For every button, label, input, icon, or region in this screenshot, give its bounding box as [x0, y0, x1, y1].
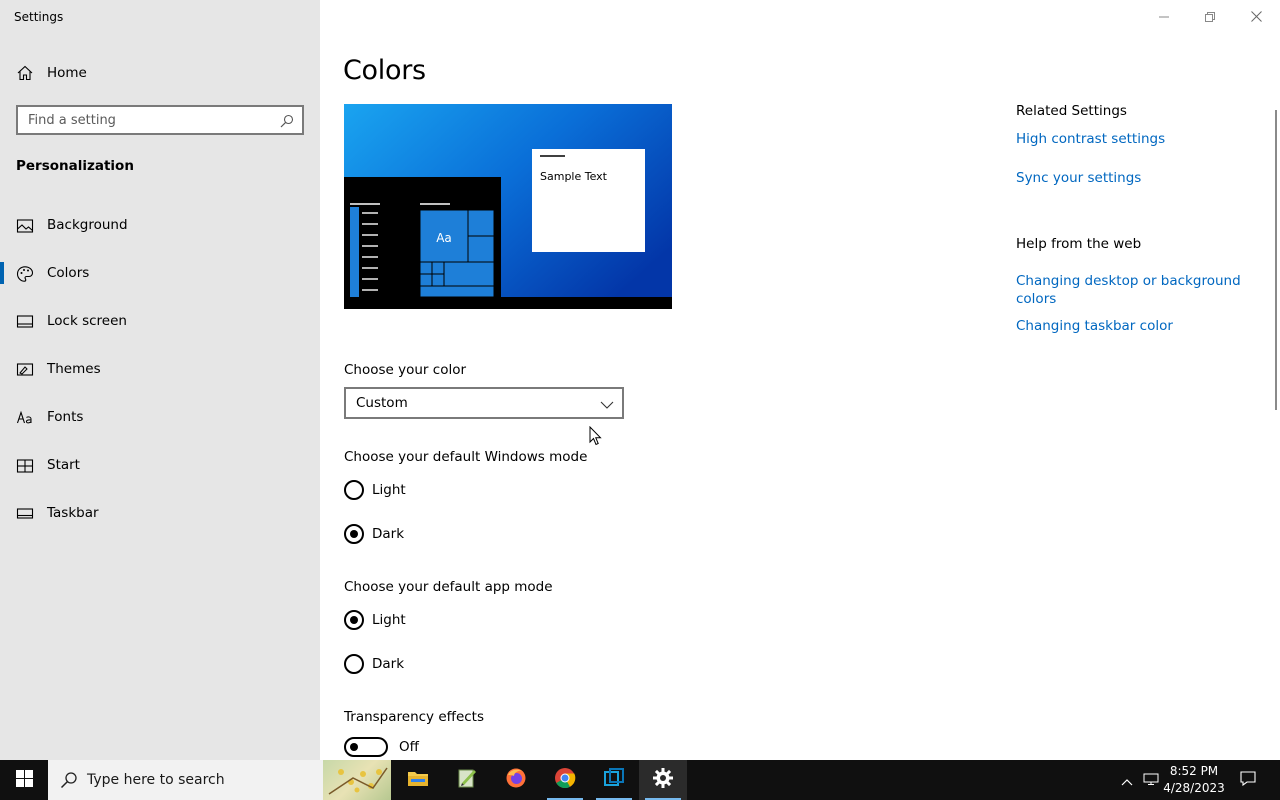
sidebar-item-start[interactable]: Start [0, 448, 320, 496]
minimize-icon [1159, 7, 1169, 26]
taskbar-app-chrome[interactable] [541, 760, 589, 800]
font-icon [16, 409, 34, 427]
radio-circle[interactable] [344, 524, 364, 544]
home-icon [16, 64, 34, 82]
transparency-toggle[interactable] [344, 737, 388, 757]
palette-icon [16, 265, 34, 283]
sidebar: Settings Home Personalization Background… [0, 0, 320, 760]
app-title: Settings [14, 10, 64, 24]
chrome-icon [554, 767, 576, 793]
radio-circle[interactable] [344, 654, 364, 674]
restore-icon [1205, 7, 1215, 26]
sidebar-item-label: Home [47, 65, 87, 81]
taskbar-icon [16, 505, 34, 523]
app-mode-dark-radio[interactable]: Dark [344, 653, 544, 677]
taskbar-search-box[interactable]: Type here to search [48, 760, 391, 800]
sidebar-item-fonts[interactable]: Fonts [0, 400, 320, 448]
sidebar-item-label: Fonts [47, 409, 84, 425]
preview-sample-text: Sample Text [540, 170, 608, 183]
radio-label: Dark [372, 526, 405, 542]
transparency-label: Transparency effects [344, 709, 484, 725]
sidebar-item-taskbar[interactable]: Taskbar [0, 496, 320, 544]
taskbar-app-settings[interactable] [639, 760, 687, 800]
taskbar-app-notepad-pp[interactable] [443, 760, 491, 800]
search-input[interactable] [28, 112, 268, 128]
network-icon [1143, 771, 1159, 790]
show-hidden-icons-button[interactable] [1116, 760, 1138, 800]
sidebar-item-label: Colors [47, 265, 90, 281]
sidebar-item-label: Themes [47, 361, 101, 377]
toggle-knob [350, 743, 358, 751]
chevron-down-icon [600, 397, 614, 411]
sidebar-item-background[interactable]: Background [0, 208, 320, 256]
preview-tile-text: Aa [436, 231, 452, 245]
taskbar-app-firefox[interactable] [492, 760, 540, 800]
sidebar-item-label: Background [47, 217, 128, 233]
taskbar-clock[interactable]: 8:52 PM 4/28/2023 [1162, 763, 1226, 797]
color-preview: Aa Sample Text [344, 104, 672, 309]
related-settings-title: Related Settings [1016, 103, 1127, 119]
scrollbar[interactable] [1275, 110, 1277, 410]
sidebar-item-lock-screen[interactable]: Lock screen [0, 304, 320, 352]
app-mode-light-radio[interactable]: Light [344, 609, 544, 633]
page-title: Colors [343, 55, 426, 86]
windows-mode-label: Choose your default Windows mode [344, 449, 588, 465]
mouse-cursor-icon [589, 425, 603, 446]
sidebar-item-label: Lock screen [47, 313, 127, 329]
search-icon[interactable] [280, 113, 294, 128]
restore-button[interactable] [1187, 0, 1233, 32]
radio-circle[interactable] [344, 480, 364, 500]
close-button[interactable] [1233, 0, 1279, 32]
taskbar: Type here to search 8:52 PM 4/28/2023 [0, 760, 1280, 800]
help-link-background-colors[interactable]: Changing desktop or background colors [1016, 272, 1246, 308]
sync-settings-link[interactable]: Sync your settings [1016, 169, 1246, 187]
search-box[interactable] [16, 105, 304, 135]
taskbar-app-virtualbox[interactable] [590, 760, 638, 800]
transparency-state: Off [399, 739, 419, 755]
minimize-button[interactable] [1141, 0, 1187, 32]
picture-icon [16, 217, 34, 235]
sidebar-item-colors[interactable]: Colors [0, 256, 320, 304]
high-contrast-link[interactable]: High contrast settings [1016, 130, 1246, 148]
radio-label: Dark [372, 656, 405, 672]
help-link-taskbar-color[interactable]: Changing taskbar color [1016, 317, 1246, 335]
dropdown-value: Custom [356, 395, 408, 411]
network-button[interactable] [1140, 760, 1162, 800]
action-center-button[interactable] [1236, 760, 1260, 800]
brush-icon [16, 361, 34, 379]
start-tiles-icon [16, 457, 34, 475]
windows-mode-light-radio[interactable]: Light [344, 479, 544, 503]
sidebar-item-label: Taskbar [47, 505, 99, 521]
file-explorer-icon [407, 768, 429, 792]
lock-screen-icon [16, 313, 34, 331]
radio-label: Light [372, 482, 406, 498]
section-title: Personalization [16, 158, 134, 174]
taskbar-search-text: Type here to search [87, 772, 225, 788]
firefox-icon [505, 767, 527, 793]
virtualbox-icon [603, 767, 625, 793]
close-icon [1250, 7, 1262, 26]
choose-color-label: Choose your color [344, 362, 467, 378]
radio-label: Light [372, 612, 406, 628]
radio-circle[interactable] [344, 610, 364, 630]
sidebar-item-home[interactable]: Home [0, 60, 320, 86]
taskbar-app-file-explorer[interactable] [394, 760, 442, 800]
sidebar-item-label: Start [47, 457, 80, 473]
sidebar-item-themes[interactable]: Themes [0, 352, 320, 400]
sidebar-nav: Background Colors Lock screen Themes Fon… [0, 208, 320, 544]
settings-gear-icon [652, 767, 674, 793]
choose-color-dropdown[interactable]: Custom [344, 387, 624, 419]
start-button[interactable] [0, 760, 48, 800]
windows-mode-dark-radio[interactable]: Dark [344, 523, 544, 547]
clock-date: 4/28/2023 [1163, 781, 1225, 795]
search-highlight-image[interactable] [323, 760, 391, 800]
search-icon [60, 771, 78, 789]
clock-time: 8:52 PM [1169, 764, 1219, 778]
chevron-up-icon [1121, 771, 1133, 790]
notification-icon [1240, 770, 1256, 790]
windows-logo-icon [15, 769, 33, 791]
notepad-pp-icon [456, 767, 478, 793]
help-web-title: Help from the web [1016, 236, 1142, 252]
app-mode-label: Choose your default app mode [344, 579, 553, 595]
